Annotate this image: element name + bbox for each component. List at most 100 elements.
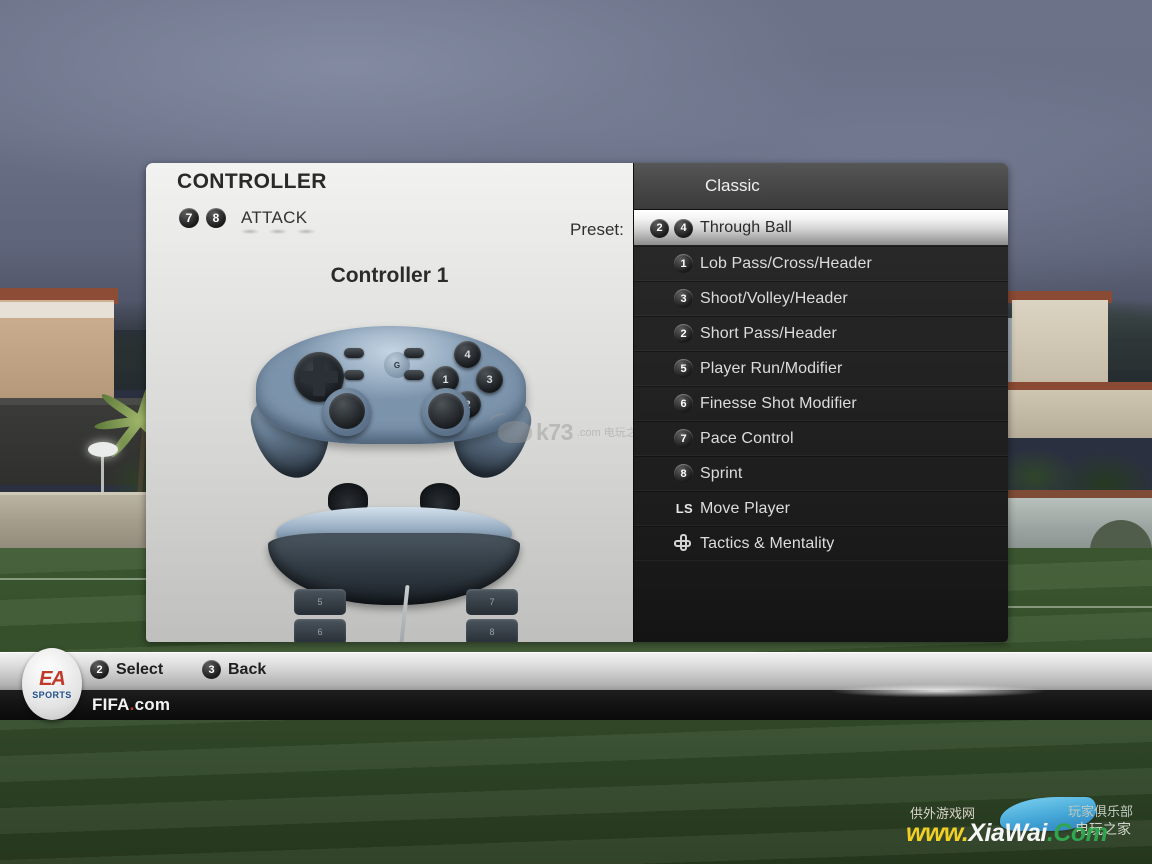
- binding-row[interactable]: 1 Lob Pass/Cross/Header: [634, 246, 1008, 281]
- binding-row[interactable]: 5 Player Run/Modifier: [634, 351, 1008, 386]
- pitch-line: [0, 578, 148, 580]
- gamepad-illustration: G 4 1 3 2 5 6: [246, 318, 536, 642]
- watermark-url-part1: www.: [906, 819, 969, 847]
- left-stick-icon: LS: [675, 501, 693, 516]
- binding-badges: 7: [634, 429, 700, 448]
- vibration-button: [344, 370, 364, 380]
- attack-section-header: 7 8 ATTACK: [179, 208, 318, 235]
- button-badge-6: 6: [674, 394, 693, 413]
- dpad-icon: [674, 534, 693, 553]
- button-badge-2: 2: [674, 324, 693, 343]
- binding-row[interactable]: 3 Shoot/Volley/Header: [634, 281, 1008, 316]
- binding-badges: 8: [634, 464, 700, 483]
- button-badge-8: 8: [674, 464, 693, 483]
- preset-list: Classic 2 4 Through Ball 1 Lob Pass/Cross/He…: [633, 163, 1008, 642]
- binding-label: Through Ball: [700, 219, 792, 236]
- fifa-com-link[interactable]: FIFA.com: [92, 695, 170, 715]
- binding-badges: [634, 534, 700, 553]
- site-watermark: 供外游戏网 玩家俱乐部 电玩之家 www.XiaWai.Com: [900, 795, 1152, 864]
- section-label: ATTACK: [238, 208, 318, 235]
- shoulder-button-5: 5: [294, 589, 346, 615]
- binding-label: Finesse Shot Modifier: [700, 394, 857, 412]
- binding-label: Move Player: [700, 499, 791, 517]
- footer-bar: EA SPORTS 2 Select 3 Back FIFA.com: [0, 648, 1152, 720]
- hint-back[interactable]: 3 Back: [202, 660, 266, 679]
- page-title: CONTROLLER: [177, 170, 327, 193]
- button-badge-4: 4: [674, 218, 693, 238]
- face-button-3: 3: [476, 366, 503, 393]
- button-badge-1: 1: [674, 254, 693, 273]
- binding-label: Tactics & Mentality: [700, 534, 835, 552]
- right-analog-stick: [422, 388, 470, 436]
- k73-watermark-text: k73: [536, 418, 573, 445]
- hint-badge-select: 2: [90, 660, 109, 679]
- binding-row[interactable]: 2 4 Through Ball: [634, 210, 1008, 246]
- controller-name: Controller 1: [330, 264, 449, 287]
- left-stick-cap: [329, 393, 365, 429]
- binding-label: Short Pass/Header: [700, 324, 837, 342]
- binding-label: Pace Control: [700, 429, 794, 447]
- lamp-head: [88, 442, 118, 457]
- select-button: [404, 370, 424, 380]
- watermark-cn-top-right: 玩家俱乐部: [1068, 804, 1134, 819]
- gamepad-body: G 4 1 3 2: [256, 326, 526, 444]
- binding-badges: 3: [634, 289, 700, 308]
- building-band: [0, 302, 114, 318]
- binding-row[interactable]: 7 Pace Control: [634, 421, 1008, 456]
- binding-label: Shoot/Volley/Header: [700, 289, 848, 307]
- preset-label: Preset:: [570, 220, 624, 239]
- hint-label-select: Select: [116, 660, 164, 678]
- preset-value: Classic: [705, 176, 760, 195]
- right-stick-cap: [428, 393, 464, 429]
- footer-dark-band: [0, 683, 1152, 720]
- binding-row[interactable]: LS Move Player: [634, 491, 1008, 526]
- fifa-text: FIFA: [92, 695, 130, 714]
- hint-select[interactable]: 2 Select: [90, 660, 163, 679]
- ea-logo-sub: SPORTS: [32, 689, 72, 700]
- binding-row[interactable]: 6 Finesse Shot Modifier: [634, 386, 1008, 421]
- ea-logo-mark: EA: [39, 667, 66, 690]
- binding-label: Player Run/Modifier: [700, 359, 843, 377]
- fifa-tld: com: [134, 695, 171, 714]
- gamepad-rear-body: 5 6 7 8: [268, 533, 520, 642]
- k73-watermark-sub: .com 电玩之: [576, 427, 637, 439]
- binding-badges: 24: [634, 218, 700, 238]
- binding-label: Lob Pass/Cross/Header: [700, 254, 872, 272]
- ea-sports-logo: EA SPORTS: [22, 648, 82, 720]
- watermark-url-part2: XiaWai: [968, 819, 1047, 847]
- binding-label: Sprint: [700, 464, 743, 482]
- gamepad-front-view: G 4 1 3 2: [246, 318, 536, 485]
- game-screen: CONTROLLER 7 8 ATTACK Controller 1 Prese…: [0, 0, 1152, 864]
- binding-badges: 5: [634, 359, 700, 378]
- binding-badges: 2: [634, 324, 700, 343]
- watermark-url: www.XiaWai.Com: [906, 819, 1108, 848]
- button-badge-5: 5: [674, 359, 693, 378]
- shoulder-button-8: 8: [466, 619, 518, 642]
- mode-button: [344, 348, 364, 358]
- binding-row[interactable]: 2 Short Pass/Header: [634, 316, 1008, 351]
- wall-left: [0, 492, 148, 556]
- button-badge-8: 8: [206, 208, 226, 228]
- button-badge-7: 7: [674, 429, 693, 448]
- binding-row[interactable]: 8 Sprint: [634, 456, 1008, 491]
- hint-label-back: Back: [228, 660, 267, 678]
- gamepad-rear-view: 5 6 7 8: [256, 483, 531, 642]
- binding-badges: 6: [634, 394, 700, 413]
- left-analog-stick: [323, 388, 371, 436]
- shoulder-button-6: 6: [294, 619, 346, 642]
- binding-badges: LS: [634, 501, 700, 516]
- gamepad-cable: [398, 584, 410, 642]
- hint-badge-back: 3: [202, 660, 221, 679]
- binding-badges: 1: [634, 254, 700, 273]
- preset-dropdown[interactable]: Classic: [634, 163, 1008, 210]
- button-badge-2: 2: [650, 218, 669, 238]
- start-button: [404, 348, 424, 358]
- button-badge-3: 3: [674, 289, 693, 308]
- controller-panel: CONTROLLER 7 8 ATTACK Controller 1 Prese…: [146, 163, 1008, 642]
- binding-row[interactable]: Tactics & Mentality: [634, 526, 1008, 561]
- shoulder-button-7: 7: [466, 589, 518, 615]
- binding-rows: 2 4 Through Ball 1 Lob Pass/Cross/Header 3 Sho…: [634, 210, 1008, 561]
- face-button-4: 4: [454, 341, 481, 368]
- button-badge-7: 7: [179, 208, 199, 228]
- pitch-line: [1002, 606, 1152, 608]
